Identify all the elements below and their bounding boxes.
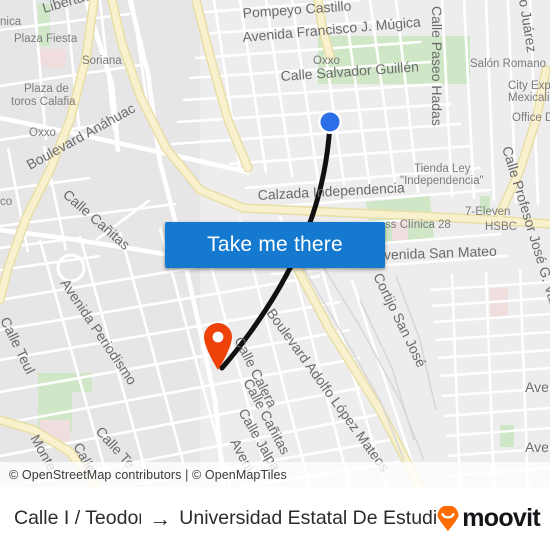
moovit-route-screen: Plaza Fiesta Soriana Plaza de toros Calafia… (0, 0, 550, 550)
take-me-there-label: Take me there (207, 233, 343, 256)
route-footer: Calle I / Teodor… → Universidad Estatal … (0, 487, 550, 550)
route-origin-label: Calle I / Teodor… (14, 507, 141, 529)
map-label: Oxxo (29, 127, 56, 139)
map-label: "Independencia" (400, 175, 484, 187)
map-label: Ave (525, 439, 549, 455)
moovit-wordmark: moovit (462, 504, 540, 532)
map-label: Calle Paseo Hadas (429, 6, 445, 126)
map-label: co (0, 196, 12, 208)
map-label: HSBC (485, 221, 517, 233)
moovit-pin-icon (437, 505, 459, 531)
map-attribution: © OpenStreetMap contributors | © OpenMap… (0, 462, 550, 487)
map-label: Soriana (82, 55, 122, 67)
map-label: Plaza Fiesta (14, 33, 78, 45)
map-label: City Express (508, 80, 550, 92)
arrow-right-icon: → (149, 505, 172, 531)
map-label: ss Clínica 28 (385, 219, 451, 231)
map-label: Salón Romano (470, 58, 546, 70)
map-label: 7-Eleven (465, 206, 510, 218)
map-label: toros Calafia (11, 96, 76, 108)
attribution-text: © OpenStreetMap contributors | © OpenMap… (9, 467, 287, 482)
map-label: Plaza de (24, 83, 69, 95)
map-label: Tienda Ley (414, 163, 471, 175)
moovit-logo[interactable]: moovit (436, 504, 541, 532)
current-location-dot[interactable] (318, 110, 342, 134)
route-destination-label: Universidad Estatal De Estudios … (179, 507, 437, 529)
map-label: Mexicali (508, 92, 550, 104)
map-label: nica (0, 16, 22, 28)
take-me-there-button[interactable]: Take me there (165, 222, 385, 268)
map-label: Ave (525, 379, 549, 395)
map-label: Office De (512, 112, 550, 124)
